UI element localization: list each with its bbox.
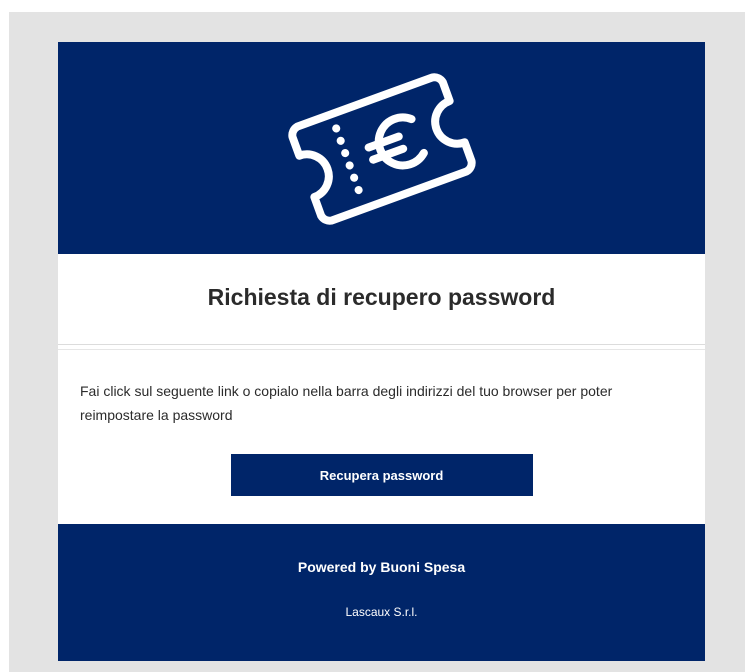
company-name: Lascaux S.r.l. <box>345 605 418 619</box>
email-background: Richiesta di recupero password Fai click… <box>9 12 745 672</box>
email-footer: Powered by Buoni Spesa Lascaux S.r.l. <box>58 524 705 661</box>
recover-password-button[interactable]: Recupera password <box>230 454 533 496</box>
email-header <box>58 42 705 254</box>
powered-by-text: Powered by Buoni Spesa <box>297 559 466 575</box>
email-body: Fai click sul seguente link o copialo ne… <box>58 350 705 524</box>
instruction-text: Fai click sul seguente link o copialo ne… <box>80 383 613 423</box>
euro-ticket-icon <box>262 57 502 239</box>
email-card: Richiesta di recupero password Fai click… <box>58 42 705 661</box>
title-section: Richiesta di recupero password <box>58 254 705 345</box>
email-title: Richiesta di recupero password <box>207 283 556 310</box>
button-row: Recupera password <box>80 454 683 496</box>
